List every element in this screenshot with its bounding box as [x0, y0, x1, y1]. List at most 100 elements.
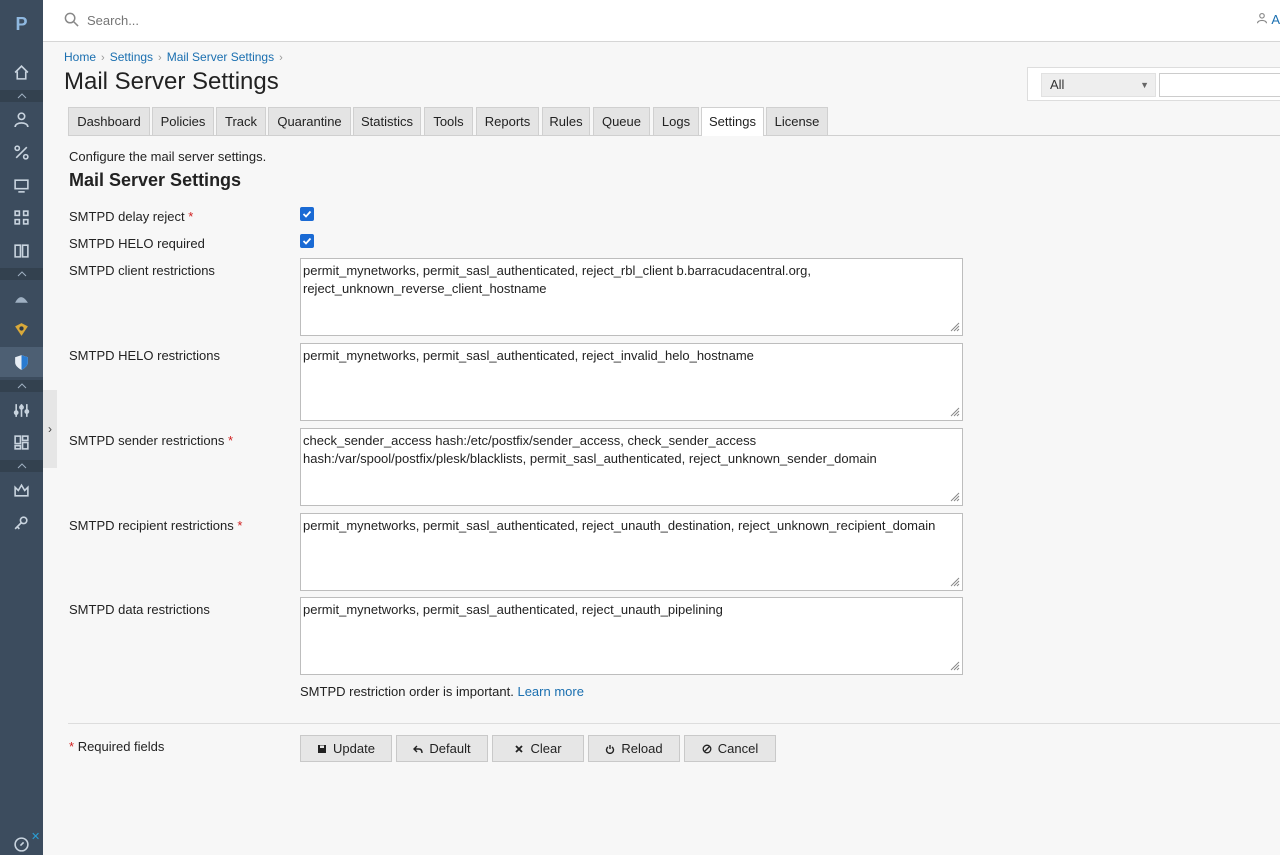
required-star: * [237, 518, 243, 533]
power-icon [606, 744, 615, 754]
home-icon[interactable] [10, 61, 32, 83]
reload-button[interactable]: Reload [588, 735, 680, 762]
required-star: * [69, 739, 75, 754]
cancel-button-label: Cancel [717, 741, 759, 756]
page-title: Mail Server Settings [64, 68, 279, 95]
cancel-icon [702, 744, 712, 753]
filter-input[interactable] [1159, 73, 1280, 97]
percent-icon[interactable] [10, 141, 32, 163]
left-nav-rail: P ✕ [0, 0, 43, 855]
breadcrumb: Home › Settings › Mail Server Settings › [64, 50, 288, 64]
book-icon[interactable] [10, 239, 32, 261]
filter-box: All ▼ [1027, 67, 1280, 101]
tab-rules[interactable]: Rules [542, 107, 590, 135]
resize-grip-icon[interactable] [950, 661, 960, 671]
monitor-icon[interactable] [10, 174, 32, 196]
default-button[interactable]: Default [396, 735, 488, 762]
resize-grip-icon[interactable] [950, 407, 960, 417]
tab-tools[interactable]: Tools [424, 107, 473, 135]
crown-icon[interactable] [10, 479, 32, 501]
required-fields-text: Required fields [77, 739, 165, 754]
client-restrictions-label-text: SMTPD client restrictions [69, 263, 215, 278]
save-icon [318, 744, 327, 753]
collapse-group-icon[interactable] [0, 460, 43, 472]
user-menu-label[interactable]: A [1271, 12, 1280, 27]
cancel-button[interactable]: Cancel [684, 735, 776, 762]
helo-restrictions-textarea[interactable]: permit_mynetworks, permit_sasl_authentic… [300, 343, 963, 421]
recipient-restrictions-textarea[interactable]: permit_mynetworks, permit_sasl_authentic… [300, 513, 963, 591]
resize-grip-icon[interactable] [950, 577, 960, 587]
recipient-restrictions-label: SMTPD recipient restrictions * [69, 518, 242, 533]
required-star: * [188, 209, 194, 224]
tab-policies[interactable]: Policies [152, 107, 214, 135]
tab-bar: Dashboard Policies Track Quarantine Stat… [68, 107, 1280, 136]
tab-reports[interactable]: Reports [476, 107, 539, 135]
caret-down-icon: ▼ [1140, 80, 1149, 90]
update-button[interactable]: Update [300, 735, 392, 762]
breadcrumb-separator-icon: › [279, 52, 283, 64]
data-restrictions-textarea[interactable]: permit_mynetworks, permit_sasl_authentic… [300, 597, 963, 675]
helo-required-label: SMTPD HELO required [69, 236, 205, 251]
tab-dashboard[interactable]: Dashboard [68, 107, 150, 135]
filter-select[interactable]: All ▼ [1041, 73, 1156, 97]
update-button-label: Update [333, 741, 375, 756]
client-restrictions-label: SMTPD client restrictions [69, 263, 215, 278]
app-logo[interactable]: P [0, 14, 43, 35]
reload-button-label: Reload [621, 741, 663, 756]
shark-icon[interactable] [10, 287, 32, 309]
section-title: Mail Server Settings [69, 170, 242, 190]
breadcrumb-home[interactable]: Home [64, 50, 96, 64]
breadcrumb-separator-icon: › [158, 52, 162, 64]
collapse-group-icon[interactable] [0, 268, 43, 280]
sender-restrictions-label: SMTPD sender restrictions * [69, 433, 233, 448]
dashboard-icon[interactable] [10, 431, 32, 453]
resize-grip-icon[interactable] [950, 492, 960, 502]
shield-badge-icon[interactable] [10, 318, 32, 340]
sender-restrictions-textarea[interactable]: check_sender_access hash:/etc/postfix/se… [300, 428, 963, 506]
helo-required-label-text: SMTPD HELO required [69, 236, 205, 251]
rail-expand-handle[interactable]: › [43, 390, 57, 468]
close-icon [515, 744, 524, 753]
key-icon[interactable] [10, 511, 32, 533]
tab-quarantine[interactable]: Quarantine [268, 107, 351, 135]
delay-reject-checkbox[interactable] [300, 207, 314, 221]
collapse-group-icon[interactable] [0, 380, 43, 392]
checkmark-icon [302, 210, 312, 218]
helo-restrictions-label-text: SMTPD HELO restrictions [69, 348, 220, 363]
user-icon[interactable] [10, 108, 32, 130]
clear-button[interactable]: Clear [492, 735, 584, 762]
restriction-order-hint: SMTPD restriction order is important. Le… [300, 684, 584, 699]
divider [68, 723, 1280, 724]
tab-statistics[interactable]: Statistics [353, 107, 421, 135]
tab-settings[interactable]: Settings [701, 107, 764, 136]
tab-track[interactable]: Track [216, 107, 266, 135]
required-fields-note: * Required fields [69, 739, 164, 754]
helo-required-checkbox[interactable] [300, 234, 314, 248]
learn-more-link[interactable]: Learn more [517, 684, 583, 699]
delay-reject-label-text: SMTPD delay reject [69, 209, 185, 224]
resize-grip-icon[interactable] [950, 322, 960, 332]
filter-select-value: All [1050, 77, 1065, 92]
client-restrictions-textarea[interactable]: permit_mynetworks, permit_sasl_authentic… [300, 258, 963, 336]
chevron-right-icon: › [48, 422, 52, 436]
user-icon[interactable] [1256, 12, 1268, 27]
search-input[interactable] [85, 9, 585, 31]
collapse-group-icon[interactable] [0, 90, 43, 102]
tab-logs[interactable]: Logs [653, 107, 699, 135]
close-icon[interactable]: ✕ [31, 830, 40, 843]
default-button-label: Default [429, 741, 471, 756]
hint-text: SMTPD restriction order is important. [300, 684, 514, 699]
tab-queue[interactable]: Queue [593, 107, 650, 135]
recipient-restrictions-label-text: SMTPD recipient restrictions [69, 518, 234, 533]
sliders-icon[interactable] [10, 399, 32, 421]
shield-icon[interactable] [0, 347, 43, 377]
breadcrumb-mail-server-settings[interactable]: Mail Server Settings [167, 50, 274, 64]
breadcrumb-settings[interactable]: Settings [110, 50, 153, 64]
delay-reject-label: SMTPD delay reject * [69, 209, 193, 224]
intro-text: Configure the mail server settings. [69, 149, 267, 164]
helo-restrictions-label: SMTPD HELO restrictions [69, 348, 220, 363]
data-restrictions-label: SMTPD data restrictions [69, 602, 210, 617]
grid-icon[interactable] [10, 206, 32, 228]
tab-license[interactable]: License [766, 107, 828, 135]
compass-icon[interactable] [10, 833, 32, 855]
